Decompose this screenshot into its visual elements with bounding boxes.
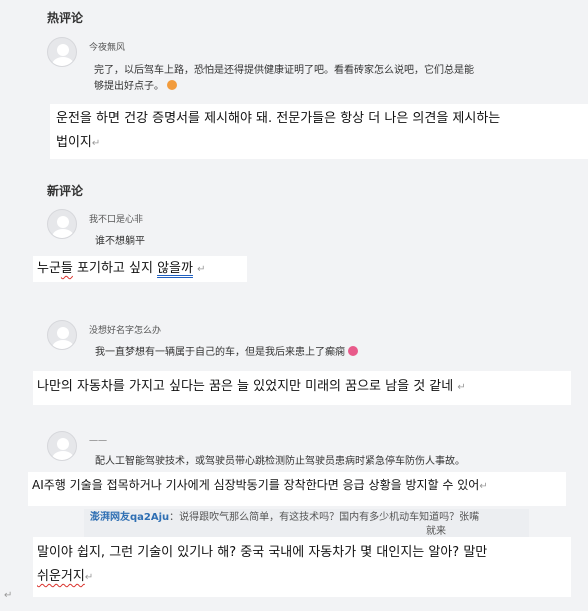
comment3-username[interactable]: 一一 xyxy=(89,434,107,447)
ko1-spell-flagged: 들 xyxy=(60,261,73,276)
ko4-line1: 말이야 쉽지, 그런 기술이 있기나 해? 중국 국내에 자동차가 몇 대인지는… xyxy=(37,545,488,560)
reply-box: 澎湃网友qa2Aju：说得跟吹气那么简单，有这技术吗？国内有多少机动车知道吗？张… xyxy=(84,509,529,539)
hot-comments-title: 热评论 xyxy=(47,11,84,25)
korean-translation-hot: 운전을 하면 건강 증명서를 제시해야 돼. 전문가들은 항상 더 나은 의견을… xyxy=(50,104,588,159)
new-comments-title: 新评论 xyxy=(47,184,84,198)
comment2-username[interactable]: 没想好名字怎么办 xyxy=(89,323,161,336)
comment3-text: 配人工智能驾驶技术，或驾驶员带心跳检测防止驾驶员患病时紧急停车防伤人事故。 xyxy=(95,456,465,467)
laughing-emoji-icon xyxy=(167,80,178,90)
korean-translation-1: 누군들 포기하고 싶지 않을까 ↵ xyxy=(33,256,247,282)
paragraph-mark: ↵ xyxy=(479,481,488,492)
korean-translation-3: AI주행 기술을 접목하거나 기사에게 심장박동기를 장착한다면 응급 상황을 … xyxy=(28,472,566,506)
ko-hot-line1: 운전을 하면 건강 증명서를 제시해야 돼. 전문가들은 항상 더 나은 의견을… xyxy=(56,111,501,126)
crying-emoji-icon xyxy=(348,346,359,356)
avatar[interactable] xyxy=(47,209,77,239)
reply-text: ：说得跟吹气那么简单，有这技术吗？国内有多少机动车知道吗？张嘴 xyxy=(169,512,480,523)
hot-comment-line1: 完了，以后驾车上路，恐怕是还得提供健康证明了吧。看看砖家怎么说吧，它们总是能 xyxy=(94,65,474,76)
avatar[interactable] xyxy=(47,320,77,350)
comment2-text-content: 我一直梦想有一辆属于自己的车，但是我后来患上了癫痫 xyxy=(95,347,345,358)
ko-hot-line2-text: 법이지 xyxy=(56,135,92,150)
avatar[interactable] xyxy=(47,37,77,67)
comment2-text: 我一直梦想有一辆属于自己的车，但是我后来患上了癫痫 xyxy=(95,345,359,361)
ko1-part2: 포기하고 싶지 xyxy=(72,261,158,276)
ko3-text: AI주행 기술을 접목하거나 기사에게 심장박동기를 장착한다면 응급 상황을 … xyxy=(32,478,480,492)
hot-comment-username[interactable]: 今夜無风 xyxy=(89,40,125,53)
ko2-text: 나만의 자동차를 가지고 싶다는 꿈은 늘 있었지만 미래의 꿈으로 남을 것 … xyxy=(37,379,454,394)
hot-comment-line2: 够提出好点子。 xyxy=(94,79,544,95)
paragraph-mark: ↵ xyxy=(4,590,13,601)
ko4-line2: 쉬운거지↵ xyxy=(37,565,567,590)
avatar[interactable] xyxy=(47,431,77,461)
paragraph-mark: ↵ xyxy=(91,138,101,149)
reply-username[interactable]: 澎湃网友qa2Aju xyxy=(90,512,169,523)
hot-comment-text: 完了，以后驾车上路，恐怕是还得提供健康证明了吧。看看砖家怎么说吧，它们总是能 够… xyxy=(94,63,544,95)
ko1-grammar-flagged: 않을까 xyxy=(157,261,193,276)
ko4-spell-flagged: 쉬운거지 xyxy=(37,569,85,584)
korean-translation-4: 말이야 쉽지, 그런 기술이 있기나 해? 중국 국내에 자동차가 몇 대인지는… xyxy=(33,537,571,597)
paragraph-mark: ↵ xyxy=(197,264,206,275)
ko1-part1: 누군 xyxy=(37,261,61,276)
paragraph-mark: ↵ xyxy=(84,572,94,583)
comment1-text: 谁不想躺平 xyxy=(95,236,145,247)
hot-comment-line2-text: 够提出好点子。 xyxy=(94,81,164,92)
comment1-username[interactable]: 我不口是心非 xyxy=(89,212,143,225)
reply-line1: 澎湃网友qa2Aju：说得跟吹气那么简单，有这技术吗？国内有多少机动车知道吗？张… xyxy=(90,511,523,525)
ko-hot-line2: 법이지↵ xyxy=(56,131,584,156)
paragraph-mark: ↵ xyxy=(457,382,466,393)
korean-translation-2: 나만의 자동차를 가지고 싶다는 꿈은 늘 있었지만 미래의 꿈으로 남을 것 … xyxy=(33,371,571,405)
